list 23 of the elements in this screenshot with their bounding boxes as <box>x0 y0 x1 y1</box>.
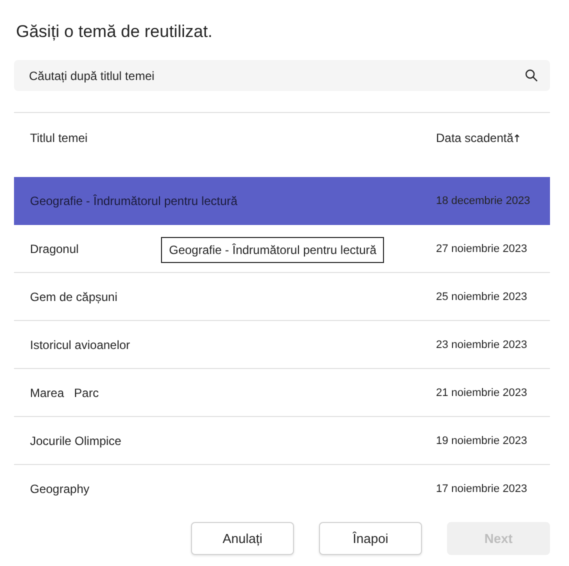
table-cell: Gem de căpșuni <box>30 290 118 304</box>
table-cell: Dragonul <box>30 242 79 256</box>
dialog-title: Găsiți o temă de reutilizat. <box>16 21 214 43</box>
table-cell-text: 21 noiembrie 2023 <box>436 386 528 398</box>
table-cell: Jocurile Olimpice <box>30 434 122 448</box>
table-cell: Geografie - Îndrumătorul pentru lectură <box>30 194 238 208</box>
table-cell-text: 25 noiembrie 2023 <box>436 290 528 302</box>
table-cell-text: 17 noiembrie 2023 <box>436 482 528 494</box>
tooltip: Geografie - Îndrumătorul pentru lectură <box>161 237 384 263</box>
table-cell: Marea Parc <box>30 386 99 400</box>
dialog-button[interactable]: Înapoi <box>319 522 422 555</box>
table-cell: Geography <box>30 482 90 496</box>
table-cell-text: 23 noiembrie 2023 <box>436 338 528 350</box>
column-header[interactable]: Data scadentă <box>436 131 514 145</box>
dialog-button[interactable]: Anulați <box>191 522 294 555</box>
column-header[interactable]: Titlul temei <box>30 131 436 145</box>
table-cell: Istoricul avioanelor <box>30 338 130 352</box>
search-field[interactable]: Căutați după titlul temei <box>14 60 550 91</box>
table-cell-text: 18 decembrie 2023 <box>436 194 532 206</box>
search-icon <box>525 69 538 82</box>
sort-arrow-icon <box>514 134 520 142</box>
table-cell-text: 19 noiembrie 2023 <box>436 434 528 446</box>
table-cell-text: 27 noiembrie 2023 <box>436 242 528 254</box>
